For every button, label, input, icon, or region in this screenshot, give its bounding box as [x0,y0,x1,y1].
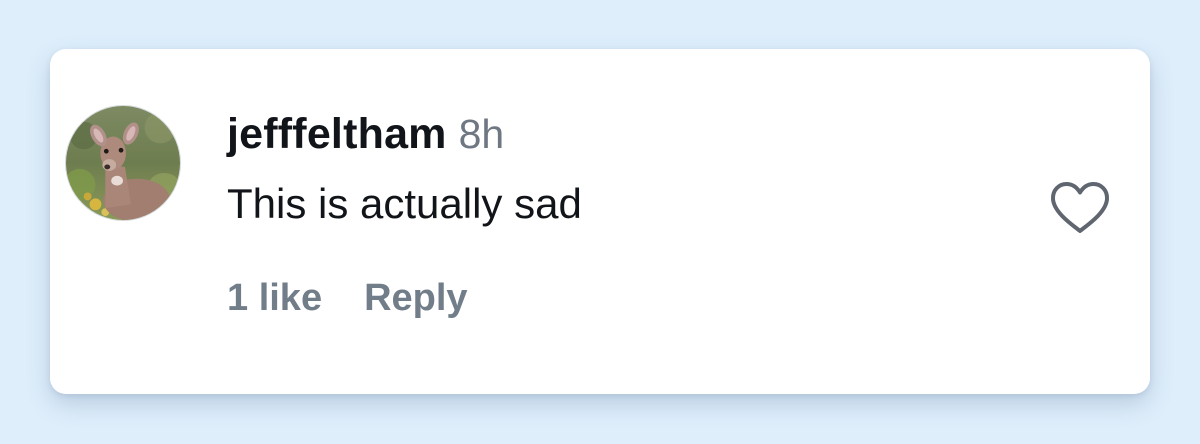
likes-count-link[interactable]: 1 like [227,277,322,319]
reply-button[interactable]: Reply [364,277,467,319]
avatar[interactable] [65,105,181,221]
deer-avatar-image [66,106,180,220]
comment-header: jefffeltham 8h [227,113,504,156]
comment-timestamp[interactable]: 8h [459,111,505,157]
like-button[interactable] [1049,180,1111,236]
username-link[interactable]: jefffeltham [227,110,447,158]
comment-actions: 1 like Reply [227,279,468,317]
comment-text: This is actually sad [227,180,582,227]
comment-card: jefffeltham 8h This is actually sad 1 lik… [50,49,1150,394]
heart-outline-icon [1051,182,1109,233]
